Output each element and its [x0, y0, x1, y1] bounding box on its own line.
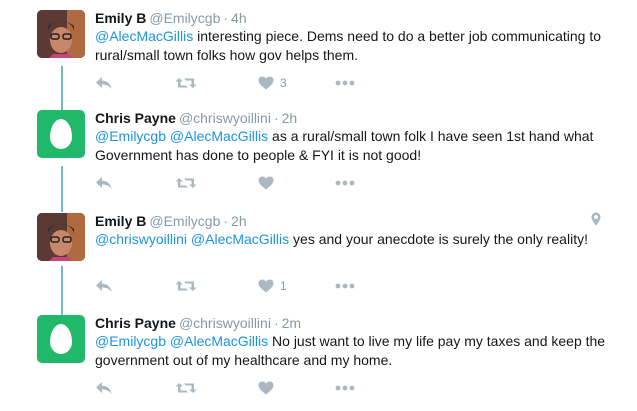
like-button[interactable] [258, 378, 274, 398]
tweet-text: @Emilycgb @AlecMacGillis as a rural/smal… [95, 127, 615, 164]
mention-link[interactable]: @AlecMacGillis [191, 231, 289, 247]
username[interactable]: @Emilycgb [149, 213, 220, 229]
tweet-header: Emily B @Emilycgb · 2h [95, 212, 247, 230]
mention-link[interactable]: @Emilycgb [95, 128, 166, 144]
like-icon [258, 76, 274, 90]
timestamp[interactable]: 4h [231, 10, 247, 26]
tweet-text: @AlecMacGillis interesting piece. Dems n… [95, 27, 615, 64]
more-button[interactable] [335, 378, 355, 398]
like-icon [258, 279, 274, 293]
like-icon [258, 381, 274, 395]
retweet-button[interactable] [175, 276, 197, 296]
tweet-header: Chris Payne @chriswyoillini · 2m [95, 314, 301, 332]
more-button[interactable] [335, 73, 355, 93]
reply-button[interactable] [95, 378, 113, 398]
profile-photo [37, 213, 85, 261]
more-icon [335, 385, 355, 391]
timestamp[interactable]: 2m [282, 315, 301, 331]
username[interactable]: @chriswyoillini [179, 110, 271, 126]
more-icon [335, 180, 355, 186]
display-name[interactable]: Chris Payne [95, 110, 176, 126]
like-button[interactable]: 3 [258, 73, 287, 93]
tweet[interactable]: Chris Payne @chriswyoillini · 2m @Emilycgb @… [0, 305, 637, 405]
display-name[interactable]: Chris Payne [95, 315, 176, 331]
location-pin-icon[interactable] [591, 212, 601, 231]
separator-dot: · [223, 213, 229, 229]
egg-avatar-icon [50, 119, 72, 149]
retweet-icon [175, 381, 197, 395]
avatar[interactable] [37, 315, 85, 363]
like-icon [258, 176, 274, 190]
tweet-text: @Emilycgb @AlecMacGillis No just want to… [95, 332, 615, 369]
more-button[interactable] [335, 276, 355, 296]
tweet-text-segment: yes and your anecdote is surely the only… [289, 231, 588, 247]
retweet-icon [175, 279, 197, 293]
separator-dot: · [273, 315, 279, 331]
mention-link[interactable]: @AlecMacGillis [170, 128, 268, 144]
tweet-header: Chris Payne @chriswyoillini · 2h [95, 109, 297, 127]
tweet[interactable]: Emily B @Emilycgb · 2h @chriswyoillini @Alec… [0, 203, 637, 303]
timestamp[interactable]: 2h [282, 110, 298, 126]
avatar[interactable] [37, 110, 85, 158]
like-button[interactable]: 1 [258, 276, 287, 296]
username[interactable]: @Emilycgb [149, 10, 220, 26]
more-button[interactable] [335, 173, 355, 193]
more-icon [335, 283, 355, 289]
tweet-text: @chriswyoillini @AlecMacGillis yes and y… [95, 230, 615, 249]
like-count: 3 [280, 76, 287, 90]
tweet-header: Emily B @Emilycgb · 4h [95, 9, 247, 27]
display-name[interactable]: Emily B [95, 213, 146, 229]
separator-dot: · [223, 10, 229, 26]
mention-link[interactable]: @Emilycgb [95, 333, 166, 349]
egg-avatar-icon [50, 324, 72, 354]
like-count: 1 [280, 279, 287, 293]
profile-photo [37, 10, 85, 58]
tweet[interactable]: Chris Payne @chriswyoillini · 2h @Emilycgb @… [0, 100, 637, 200]
separator-dot: · [273, 110, 279, 126]
avatar[interactable] [37, 10, 85, 58]
display-name[interactable]: Emily B [95, 10, 146, 26]
reply-button[interactable] [95, 173, 113, 193]
retweet-icon [175, 176, 197, 190]
retweet-icon [175, 76, 197, 90]
avatar[interactable] [37, 213, 85, 261]
reply-button[interactable] [95, 73, 113, 93]
mention-link[interactable]: @AlecMacGillis [95, 28, 193, 44]
reply-icon [95, 76, 113, 90]
more-icon [335, 80, 355, 86]
timestamp[interactable]: 2h [231, 213, 247, 229]
retweet-button[interactable] [175, 173, 197, 193]
reply-icon [95, 279, 113, 293]
mention-link[interactable]: @AlecMacGillis [170, 333, 268, 349]
username[interactable]: @chriswyoillini [179, 315, 271, 331]
tweet[interactable]: Emily B @Emilycgb · 4h @AlecMacGillis intere… [0, 0, 637, 100]
retweet-button[interactable] [175, 73, 197, 93]
reply-button[interactable] [95, 276, 113, 296]
reply-icon [95, 176, 113, 190]
retweet-button[interactable] [175, 378, 197, 398]
like-button[interactable] [258, 173, 274, 193]
mention-link[interactable]: @chriswyoillini [95, 231, 187, 247]
reply-icon [95, 381, 113, 395]
